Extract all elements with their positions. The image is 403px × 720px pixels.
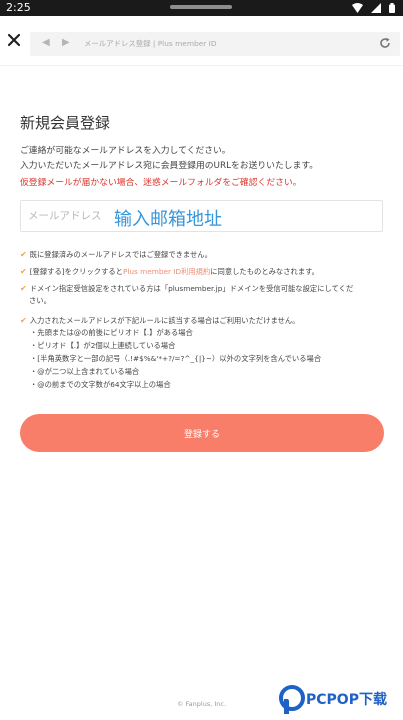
status-icons xyxy=(352,3,395,13)
page-title: 新規会員登録 xyxy=(20,114,111,132)
back-icon[interactable]: ◀ xyxy=(42,37,50,48)
notch-pill xyxy=(170,5,232,9)
check-icon: ✔ xyxy=(20,316,27,325)
email-input[interactable] xyxy=(21,201,111,231)
intro-line-1: ご連絡が可能なメールアドレスを入力してください。 xyxy=(20,146,231,156)
rule-item: ・[半角英数字と一部の記号（.!#$%&'*+?/=?^_{|}~）以外の文字列… xyxy=(30,354,322,363)
note-domain: ✔ ドメイン指定受信設定をされている方は「plusmember.jp」ドメインを受… xyxy=(20,284,354,293)
rule-item: ・@が二つ以上含まれている場合 xyxy=(30,367,140,376)
check-icon: ✔ xyxy=(20,250,27,259)
email-overlay-caption: 输入邮箱地址 xyxy=(114,209,222,230)
note-domain-cont: さい。 xyxy=(29,296,51,305)
check-icon: ✔ xyxy=(20,267,27,276)
reload-icon[interactable] xyxy=(378,36,392,50)
address-bar[interactable]: ◀ ▶ メールアドレス登録 | Plus member ID xyxy=(30,32,400,56)
check-icon: ✔ xyxy=(20,284,27,293)
wifi-icon xyxy=(352,3,363,13)
signal-icon xyxy=(371,3,381,13)
spam-warning: 仮登録メールが届かない場合、迷惑メールフォルダをご確認ください。 xyxy=(20,178,302,188)
page-url: メールアドレス登録 | Plus member ID xyxy=(84,39,217,48)
battery-icon xyxy=(389,3,395,13)
note-rules: ✔ 入力されたメールアドレスが下記ルールに該当する場合はご利用いただけません。 xyxy=(20,316,300,325)
terms-link[interactable]: Plus member ID利用規約 xyxy=(123,267,210,276)
watermark-brand: PCPOP下载 xyxy=(306,692,387,708)
email-field[interactable]: 输入邮箱地址 xyxy=(20,200,383,232)
close-icon[interactable] xyxy=(6,32,22,48)
status-time: 2:25 xyxy=(6,1,31,14)
watermark-logo: PCPOP下载 xyxy=(278,681,403,720)
rule-item: ・ピリオド【.】が2個以上連続している場合 xyxy=(30,341,176,350)
forward-icon[interactable]: ▶ xyxy=(62,37,70,48)
note-registered: ✔ 既に登録済みのメールアドレスではご登録できません。 xyxy=(20,250,212,259)
rule-item: ・先頭または@の前後にピリオド【.】がある場合 xyxy=(30,328,193,337)
intro-line-2: 入力いただいたメールアドレス宛に会員登録用のURLをお送りいたします。 xyxy=(20,161,319,171)
pcpop-logo-icon xyxy=(279,685,305,714)
rule-item: ・@の前までの文字数が64文字以上の場合 xyxy=(30,380,171,389)
register-button[interactable]: 登録する xyxy=(20,414,384,452)
browser-toolbar: ◀ ▶ メールアドレス登録 | Plus member ID xyxy=(0,16,403,66)
note-terms: ✔ [登録する]をクリックするとPlus member ID利用規約に同意したもの… xyxy=(20,267,319,276)
status-bar: 2:25 xyxy=(0,0,403,16)
